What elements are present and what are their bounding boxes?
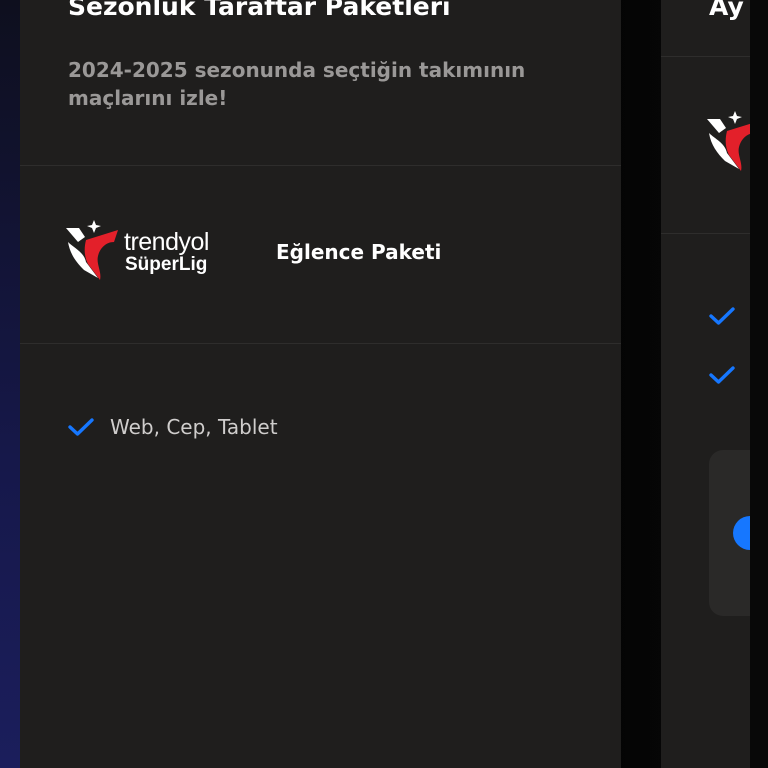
screen: Sezonluk Taraftar Paketleri 2024-2025 se…: [0, 0, 768, 768]
divider: [661, 56, 750, 57]
background-edge: [0, 0, 22, 768]
package-card-seasonal[interactable]: Sezonluk Taraftar Paketleri 2024-2025 se…: [20, 0, 621, 768]
card-title: Ay: [709, 0, 744, 21]
feature-label: Web, Cep, Tablet: [110, 415, 278, 439]
logo-wordmark-superlig: SüperLig: [125, 254, 208, 275]
option-box[interactable]: [709, 450, 750, 616]
radio-selected-icon[interactable]: [733, 516, 750, 550]
divider: [20, 165, 621, 166]
superlig-mark-icon: [66, 220, 118, 280]
trendyol-superlig-logo: trendyol SüperLig: [64, 220, 236, 290]
superlig-mark-icon: [707, 111, 750, 171]
card-subtitle: 2024-2025 sezonunda seçtiğin takımının m…: [68, 58, 526, 110]
package-name: Eğlence Paketi: [276, 240, 442, 264]
divider: [661, 233, 750, 234]
check-icon: [709, 307, 735, 325]
divider: [20, 343, 621, 344]
package-card-monthly[interactable]: Ay: [661, 0, 750, 768]
feature-item: Web, Cep, Tablet: [68, 412, 278, 442]
card-title: Sezonluk Taraftar Paketleri: [68, 0, 451, 21]
logo-wordmark-trendyol: trendyol: [124, 228, 209, 256]
check-icon: [68, 418, 94, 436]
check-icon: [709, 366, 735, 384]
